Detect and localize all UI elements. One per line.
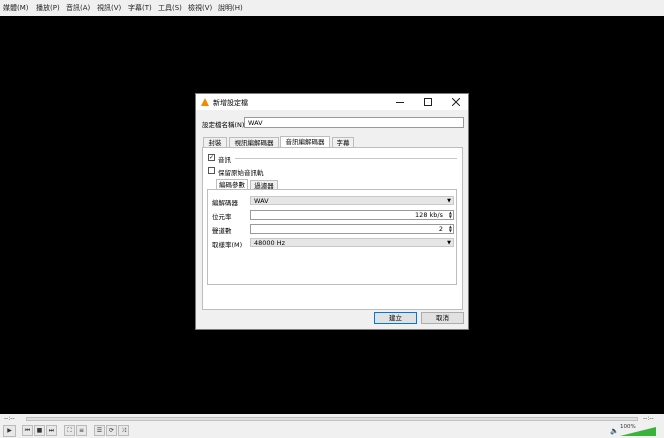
menu-view[interactable]: 檢視(V) <box>188 3 212 13</box>
bitrate-value: 128 kb/s <box>415 211 443 219</box>
audio-codec-panel: ✓ 音訊 保留原始音訊軌 編碼參數 過濾器 編解碼器 WAV ▼ 位元率 128… <box>202 147 463 310</box>
playlist-icon: ☰ <box>96 427 103 434</box>
next-button[interactable]: ⏭ <box>46 425 57 436</box>
tab-subtitle[interactable]: 字幕 <box>332 137 354 147</box>
encoding-params-panel: 編解碼器 WAV ▼ 位元率 128 kb/s ▲ ▼ 聲道數 2 ▲ ▼ 取樣率(… <box>207 189 457 285</box>
seek-bar-row: --:-- --:-- <box>0 414 664 424</box>
channels-spinbox[interactable]: 2 ▲ ▼ <box>250 224 454 234</box>
bitrate-label: 位元率 <box>212 213 232 221</box>
samplerate-value: 48000 Hz <box>254 239 286 247</box>
menu-help[interactable]: 說明(H) <box>218 3 243 13</box>
profile-name-label: 設定檔名稱(N) <box>202 121 245 129</box>
playlist-button[interactable]: ☰ <box>94 425 105 436</box>
close-button[interactable] <box>442 94 470 110</box>
new-profile-dialog: 新增設定檔 設定檔名稱(N) WAV 封裝 視訊編解碼器 音訊編解碼器 字幕 ✓… <box>195 93 469 330</box>
time-total: --:-- <box>643 415 654 422</box>
keep-original-checkbox[interactable] <box>208 167 215 174</box>
extended-settings-button[interactable]: ≡ <box>76 425 87 436</box>
bitrate-spinbox[interactable]: 128 kb/s ▲ ▼ <box>250 210 454 220</box>
fullscreen-button[interactable]: ⛶ <box>64 425 75 436</box>
menu-video[interactable]: 視訊(V) <box>97 3 121 13</box>
time-elapsed: --:-- <box>4 415 15 422</box>
previous-button[interactable]: ⏮ <box>22 425 33 436</box>
minimize-icon <box>396 102 404 103</box>
control-bar: ▶ ⏮ ■ ⏭ ⛶ ≡ ☰ ⟳ ⤨ 🔈 100% <box>0 424 664 438</box>
dialog-titlebar: 新增設定檔 <box>196 94 468 110</box>
stop-button[interactable]: ■ <box>34 425 45 436</box>
chevron-down-icon: ▼ <box>447 240 451 246</box>
menu-media[interactable]: 媒體(M) <box>3 3 29 13</box>
spin-arrows-icon[interactable]: ▲ ▼ <box>449 211 452 219</box>
maximize-button[interactable] <box>414 94 442 110</box>
codec-label: 編解碼器 <box>212 199 238 207</box>
tab-audio-codec[interactable]: 音訊編解碼器 <box>280 136 330 147</box>
samplerate-label: 取樣率(M) <box>212 241 243 249</box>
samplerate-select[interactable]: 48000 Hz ▼ <box>250 238 454 247</box>
menu-audio[interactable]: 音訊(A) <box>66 3 90 13</box>
speaker-icon[interactable]: 🔈 <box>610 427 619 435</box>
loop-icon: ⟳ <box>108 427 115 434</box>
keep-original-label: 保留原始音訊軌 <box>218 169 264 177</box>
volume-percent: 100% <box>620 424 636 430</box>
dialog-title: 新增設定檔 <box>213 99 248 107</box>
profile-name-input[interactable]: WAV <box>244 117 464 128</box>
audio-divider <box>235 158 457 159</box>
chevron-down-icon: ▼ <box>447 198 451 204</box>
codec-select[interactable]: WAV ▼ <box>250 196 454 205</box>
menu-playback[interactable]: 播放(P) <box>36 3 60 13</box>
create-button[interactable]: 建立 <box>374 312 417 324</box>
shuffle-button[interactable]: ⤨ <box>118 425 129 436</box>
previous-icon: ⏮ <box>24 427 31 434</box>
seek-slider[interactable] <box>26 417 638 421</box>
codec-value: WAV <box>254 197 269 205</box>
play-button[interactable]: ▶ <box>3 425 16 437</box>
tab-encapsulation[interactable]: 封裝 <box>203 137 227 147</box>
equalizer-icon: ≡ <box>78 427 85 434</box>
vlc-cone-icon <box>201 98 209 106</box>
stop-icon: ■ <box>36 427 43 434</box>
maximize-icon <box>424 98 432 106</box>
fullscreen-icon: ⛶ <box>67 427 72 434</box>
minimize-button[interactable] <box>386 94 414 110</box>
loop-button[interactable]: ⟳ <box>106 425 117 436</box>
menu-subtitle[interactable]: 字幕(T) <box>128 3 152 13</box>
tab-video-codec[interactable]: 視訊編解碼器 <box>229 137 279 147</box>
next-icon: ⏭ <box>48 427 55 434</box>
close-icon <box>452 98 460 106</box>
menu-tools[interactable]: 工具(S) <box>158 3 182 13</box>
play-icon: ▶ <box>7 427 12 434</box>
menu-bar: 媒體(M) 播放(P) 音訊(A) 視訊(V) 字幕(T) 工具(S) 檢視(V… <box>0 0 664 16</box>
channels-label: 聲道數 <box>212 227 232 235</box>
audio-checkbox[interactable]: ✓ <box>208 154 215 161</box>
shuffle-icon: ⤨ <box>121 427 126 434</box>
spin-arrows-icon[interactable]: ▲ ▼ <box>449 225 452 233</box>
channels-value: 2 <box>438 225 443 233</box>
audio-label: 音訊 <box>218 156 231 164</box>
cancel-button[interactable]: 取消 <box>421 312 464 324</box>
